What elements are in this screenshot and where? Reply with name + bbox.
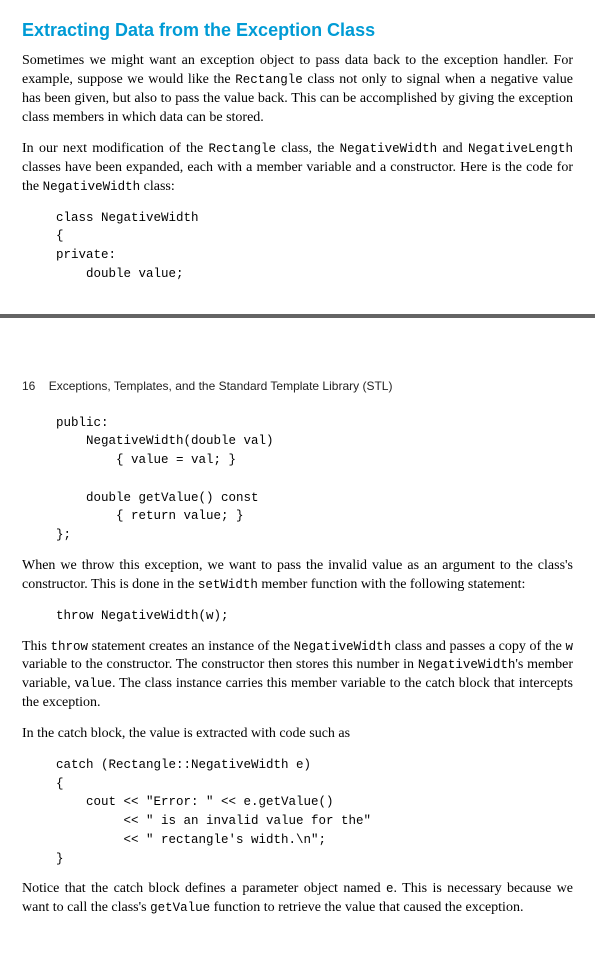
inline-code: getValue	[150, 901, 210, 915]
code-block-catch: catch (Rectangle::NegativeWidth e) { cou…	[22, 756, 573, 869]
section-title: Extracting Data from the Exception Class	[22, 18, 573, 42]
text: This	[22, 639, 51, 654]
running-head: 16 Exceptions, Templates, and the Standa…	[22, 378, 573, 394]
paragraph-6: Notice that the catch block defines a pa…	[22, 880, 573, 918]
inline-code: throw	[51, 640, 89, 654]
inline-code: NegativeWidth	[340, 142, 438, 156]
inline-code: Rectangle	[235, 73, 303, 87]
paragraph-5: In the catch block, the value is extract…	[22, 725, 573, 744]
chapter-title: Exceptions, Templates, and the Standard …	[49, 379, 393, 393]
text: In our next modification of the	[22, 141, 208, 156]
text: function to retrieve the value that caus…	[210, 900, 523, 915]
text: statement creates an instance of the	[88, 639, 294, 654]
inline-code: Rectangle	[208, 142, 276, 156]
inline-code: w	[566, 640, 574, 654]
inline-code: e	[386, 882, 394, 896]
paragraph-2: In our next modification of the Rectangl…	[22, 140, 573, 197]
text: In the catch block, the value is extract…	[22, 726, 350, 741]
inline-code: value	[74, 677, 112, 691]
inline-code: NegativeWidth	[294, 640, 392, 654]
page-divider	[0, 314, 595, 318]
code-block-class-open: class NegativeWidth { private: double va…	[22, 209, 573, 284]
text: member function with the following state…	[258, 577, 526, 592]
text: and	[437, 141, 468, 156]
text: variable to the constructor. The constru…	[22, 657, 418, 672]
text: class:	[140, 179, 175, 194]
paragraph-1: Sometimes we might want an exception obj…	[22, 52, 573, 128]
inline-code: NegativeWidth	[43, 180, 141, 194]
text: Notice that the catch block defines a pa…	[22, 881, 386, 896]
inline-code: setWidth	[198, 578, 258, 592]
page-number: 16	[22, 378, 35, 394]
inline-code: NegativeWidth	[418, 658, 516, 672]
text: class, the	[276, 141, 340, 156]
paragraph-4: This throw statement creates an instance…	[22, 638, 573, 714]
code-block-class-close: public: NegativeWidth(double val) { valu…	[22, 414, 573, 545]
text: class and passes a copy of the	[391, 639, 565, 654]
inline-code: NegativeLength	[468, 142, 573, 156]
paragraph-3: When we throw this exception, we want to…	[22, 557, 573, 595]
code-block-throw: throw NegativeWidth(w);	[22, 607, 573, 626]
